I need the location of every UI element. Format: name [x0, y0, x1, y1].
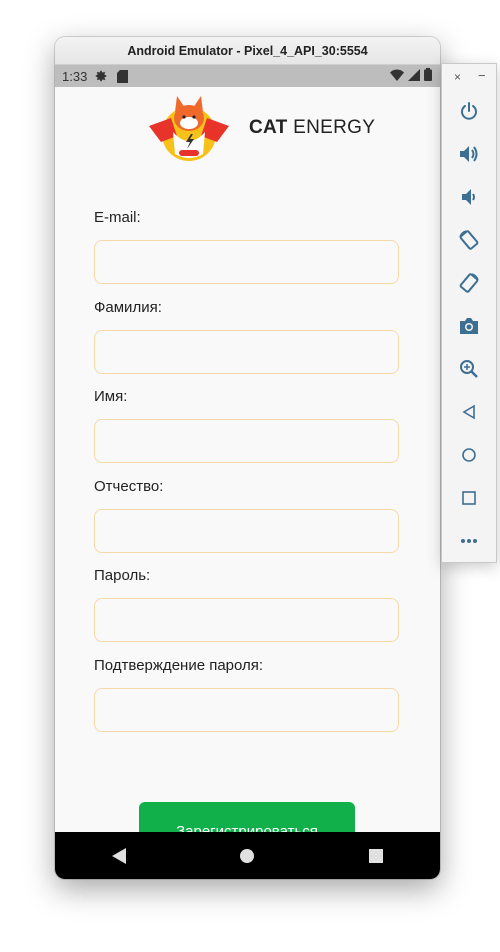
emulator-window: Android Emulator - Pixel_4_API_30:5554 1…: [55, 37, 440, 879]
confirm-password-field[interactable]: [94, 688, 399, 732]
patronymic-field[interactable]: [94, 509, 399, 553]
navigation-bar: [55, 832, 440, 879]
device-screen: 1:33 CAT ENERGY E-mail: Фамилия: Имя: От…: [55, 65, 440, 879]
home-icon[interactable]: [456, 442, 482, 468]
recents-icon[interactable]: [356, 836, 396, 876]
settings-icon: [93, 68, 109, 84]
window-titlebar[interactable]: Android Emulator - Pixel_4_API_30:5554: [55, 37, 440, 65]
home-icon[interactable]: [227, 836, 267, 876]
brand-bold: CAT: [249, 117, 288, 138]
brand-light: ENERGY: [293, 117, 376, 138]
back-icon[interactable]: [456, 399, 482, 425]
signal-icon: [408, 68, 420, 84]
confirm-password-label: Подтверждение пароля:: [94, 657, 264, 674]
overview-icon[interactable]: [456, 485, 482, 511]
first-name-field[interactable]: [94, 419, 399, 463]
status-time: 1:33: [62, 68, 88, 84]
emulator-toolbar: × −: [441, 63, 497, 563]
battery-icon: [424, 68, 432, 84]
cat-energy-logo: CAT ENERGY: [147, 92, 375, 164]
cat-mascot-icon: [149, 96, 229, 161]
close-icon[interactable]: ×: [454, 70, 461, 84]
patronymic-label: Отчество:: [94, 478, 164, 495]
last-name-label: Фамилия:: [94, 299, 162, 316]
camera-icon[interactable]: [456, 313, 482, 339]
last-name-field[interactable]: [94, 330, 399, 374]
email-label: E-mail:: [94, 209, 141, 226]
brand-name: CAT ENERGY: [249, 117, 375, 139]
more-icon[interactable]: [456, 528, 482, 554]
status-bar: 1:33: [55, 65, 440, 87]
back-icon[interactable]: [99, 836, 139, 876]
window-title: Android Emulator - Pixel_4_API_30:5554: [127, 43, 368, 58]
email-field[interactable]: [94, 240, 399, 284]
minimize-icon[interactable]: −: [478, 68, 486, 83]
sd-card-icon: [114, 68, 130, 84]
volume-down-icon[interactable]: [456, 184, 482, 210]
wifi-icon: [390, 69, 404, 84]
volume-up-icon[interactable]: [456, 141, 482, 167]
password-field[interactable]: [94, 598, 399, 642]
rotate-right-icon[interactable]: [456, 270, 482, 296]
password-label: Пароль:: [94, 567, 151, 584]
power-icon[interactable]: [456, 98, 482, 124]
rotate-left-icon[interactable]: [456, 227, 482, 253]
zoom-icon[interactable]: [456, 356, 482, 382]
first-name-label: Имя:: [94, 388, 128, 405]
